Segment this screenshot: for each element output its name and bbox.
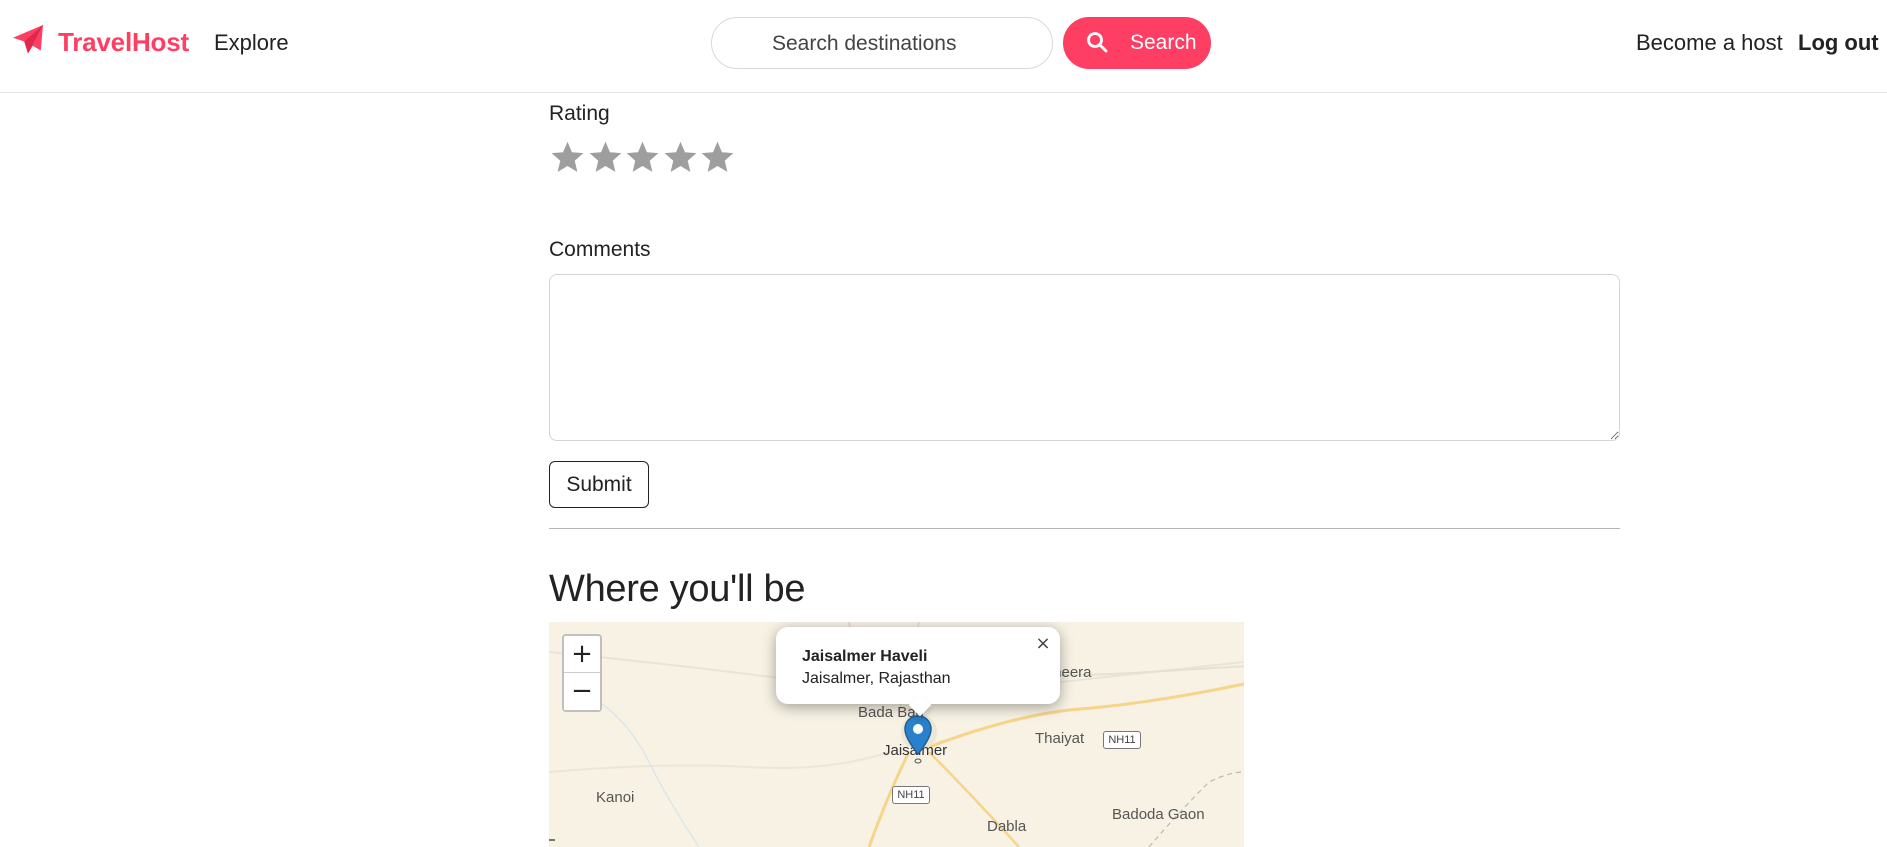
brand-name: TravelHost bbox=[58, 27, 189, 57]
become-a-host-link[interactable]: Become a host bbox=[1636, 30, 1783, 56]
zoom-control: + − bbox=[562, 634, 602, 712]
road-shield-nh11: NH11 bbox=[892, 786, 930, 804]
brand-logo-link[interactable]: TravelHost bbox=[10, 22, 189, 63]
close-icon[interactable]: × bbox=[1032, 633, 1054, 655]
map-marker-icon[interactable] bbox=[903, 714, 933, 764]
popup-subtitle: Jaisalmer, Rajasthan bbox=[802, 670, 951, 687]
section-divider bbox=[549, 528, 1620, 529]
map-label-thaiyat: Thaiyat bbox=[1035, 730, 1085, 747]
road-shield-nh11: NH11 bbox=[1103, 731, 1141, 749]
star-icon[interactable] bbox=[549, 139, 586, 176]
search-button[interactable]: Search bbox=[1063, 17, 1211, 69]
zoom-in-button[interactable]: + bbox=[564, 636, 600, 673]
comments-textarea[interactable] bbox=[549, 274, 1620, 441]
star-icon[interactable] bbox=[662, 139, 699, 176]
zoom-out-button[interactable]: − bbox=[564, 673, 600, 710]
map-label-dabla: Dabla bbox=[987, 818, 1027, 835]
location-section-title: Where you'll be bbox=[549, 568, 806, 610]
star-icon[interactable] bbox=[699, 139, 736, 176]
map-label-badoda-gaon: Badoda Gaon bbox=[1112, 806, 1205, 823]
submit-button[interactable]: Submit bbox=[549, 461, 649, 508]
rating-label: Rating bbox=[549, 102, 610, 125]
star-icon[interactable] bbox=[624, 139, 661, 176]
star-icon[interactable] bbox=[587, 139, 624, 176]
comments-label: Comments bbox=[549, 238, 651, 261]
popup-title: Jaisalmer Haveli bbox=[802, 648, 928, 665]
top-navbar: TravelHost Explore Search Become a host … bbox=[0, 0, 1887, 93]
search-box[interactable] bbox=[711, 17, 1053, 69]
star-rating[interactable] bbox=[549, 139, 737, 176]
search-icon bbox=[1085, 30, 1109, 57]
map-label-kanoi: Kanoi bbox=[596, 789, 635, 806]
location-map[interactable]: Bada Bag Jaisalmer Thaiyat Kanoi Dabla B… bbox=[549, 622, 1244, 847]
log-out-link[interactable]: Log out bbox=[1798, 30, 1879, 56]
paper-plane-icon bbox=[10, 22, 46, 63]
search-button-label: Search bbox=[1130, 31, 1197, 54]
search-input[interactable] bbox=[772, 30, 1042, 58]
location-popup: Jaisalmer Haveli Jaisalmer, Rajasthan × bbox=[776, 627, 1060, 717]
nav-explore-link[interactable]: Explore bbox=[214, 30, 289, 56]
